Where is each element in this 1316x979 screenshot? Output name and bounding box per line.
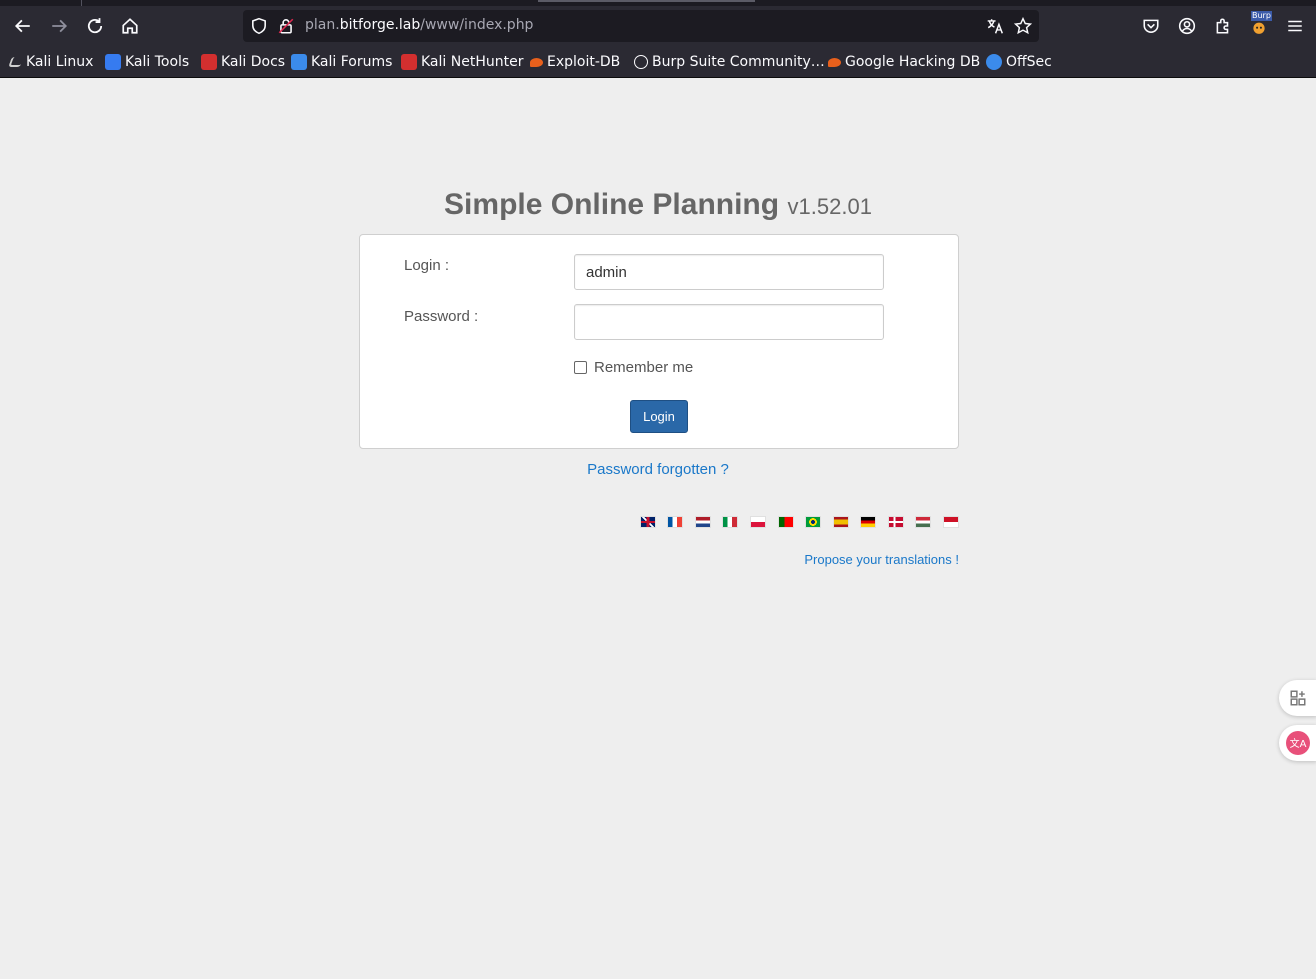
login-panel: Login : Password : Remember me Login: [359, 234, 959, 449]
bookmark-item[interactable]: Kali Linux: [8, 50, 94, 74]
home-icon: [122, 18, 138, 34]
home-button[interactable]: [116, 12, 144, 40]
bookmark-label: Google Hacking DB: [845, 54, 981, 70]
bookmark-item[interactable]: OffSec: [986, 50, 1052, 74]
bookmark-item[interactable]: Kali NetHunter: [401, 50, 523, 74]
kali-tools-icon: [105, 54, 121, 70]
svg-text:文A: 文A: [1290, 737, 1307, 750]
checkbox-box[interactable]: [574, 360, 587, 374]
offsec-icon: [986, 54, 1002, 70]
bookmark-label: OffSec: [1006, 54, 1052, 70]
forward-arrow-icon: [52, 19, 68, 33]
translate-icon[interactable]: [986, 17, 1004, 35]
bookmarks-toolbar: Kali Linux Kali Tools Kali Docs Kali Forums…: [0, 50, 1316, 74]
password-label: Password :: [404, 308, 479, 325]
side-widget-translate-button[interactable]: 文A: [1279, 725, 1316, 761]
url-text[interactable]: plan.bitforge.lab/www/index.php: [305, 17, 533, 33]
reload-icon: [87, 18, 103, 34]
burp-badge: Burp: [1251, 11, 1272, 21]
apps-grid-icon: [1290, 690, 1306, 706]
kali-dragon-icon: [8, 57, 24, 67]
kali-docs-icon: [201, 54, 217, 70]
url-prefix: plan.: [305, 17, 340, 33]
login-label: Login :: [404, 257, 450, 274]
bookmark-item[interactable]: Google Hacking DB: [828, 50, 980, 74]
pocket-icon: [1143, 19, 1159, 33]
tab-separator: [81, 0, 82, 6]
password-input[interactable]: [574, 304, 884, 340]
flag-nl-icon[interactable]: [695, 516, 711, 528]
url-path: /www/index.php: [420, 17, 534, 33]
bookmark-item[interactable]: Exploit-DB: [530, 50, 620, 74]
bookmark-label: Kali NetHunter: [421, 54, 524, 70]
insecure-lock-icon[interactable]: [277, 17, 295, 35]
remember-me-checkbox[interactable]: Remember me: [574, 357, 693, 377]
pocket-button[interactable]: [1139, 14, 1163, 38]
shield-icon[interactable]: [250, 17, 268, 35]
password-forgotten-link[interactable]: Password forgotten ?: [0, 461, 1316, 478]
propose-translations-link[interactable]: Propose your translations !: [804, 552, 959, 567]
kali-forums-icon: [291, 54, 307, 70]
flag-da-icon[interactable]: [888, 516, 904, 528]
bookmark-item[interactable]: Burp Suite Community…: [634, 50, 825, 74]
flag-de-icon[interactable]: [860, 516, 876, 528]
chrome-page-divider: [0, 77, 1316, 78]
bookmark-item[interactable]: Kali Forums: [291, 50, 392, 74]
flag-es-icon[interactable]: [833, 516, 849, 528]
bookmark-item[interactable]: Kali Docs: [201, 50, 285, 74]
flag-pl-icon[interactable]: [750, 516, 766, 528]
flag-id-icon[interactable]: [943, 516, 959, 528]
app-menu-button[interactable]: [1283, 14, 1307, 38]
translate-bubble-icon: 文A: [1286, 731, 1310, 755]
flag-pt-icon[interactable]: [778, 516, 794, 528]
puzzle-icon: [1216, 18, 1229, 34]
back-arrow-icon: [14, 19, 30, 33]
side-widget-apps-button[interactable]: [1279, 680, 1316, 716]
burp-extension-button[interactable]: Burp: [1247, 11, 1272, 38]
url-bar[interactable]: plan.bitforge.lab/www/index.php: [243, 10, 1039, 42]
bookmark-star-icon[interactable]: [1014, 17, 1032, 35]
hamburger-menu-icon: [1288, 20, 1302, 32]
bookmark-item[interactable]: Kali Tools: [105, 50, 189, 74]
bookmark-label: Kali Forums: [311, 54, 393, 70]
ghdb-icon: [828, 57, 841, 67]
flag-hu-icon[interactable]: [915, 516, 931, 528]
password-forgotten-text[interactable]: Password forgotten ?: [587, 461, 729, 478]
extensions-button[interactable]: [1211, 14, 1235, 38]
flag-fr-icon[interactable]: [667, 516, 683, 528]
bookmark-label: Kali Linux: [26, 54, 94, 70]
back-button[interactable]: [9, 12, 37, 40]
url-host: bitforge.lab: [339, 17, 421, 33]
tab-strip[interactable]: [0, 0, 1316, 6]
bookmark-label: Kali Tools: [125, 54, 190, 70]
account-button[interactable]: [1175, 14, 1199, 38]
bookmark-label: Burp Suite Community…: [652, 54, 825, 70]
forward-button[interactable]: [45, 12, 73, 40]
bookmark-label: Kali Docs: [221, 54, 286, 70]
language-flags: [0, 516, 1316, 530]
active-tab-indicator: [538, 0, 755, 2]
flag-br-icon[interactable]: [805, 516, 821, 528]
nethunter-icon: [401, 54, 417, 70]
page-title: Simple Online Planning v1.52.01: [0, 188, 1316, 222]
login-button[interactable]: Login: [630, 400, 688, 433]
login-input[interactable]: [574, 254, 884, 290]
browser-chrome: plan.bitforge.lab/www/index.php Burp Kal…: [0, 0, 1316, 78]
remember-me-label: Remember me: [594, 358, 694, 376]
app-name: Simple Online Planning: [444, 188, 780, 221]
app-version: v1.52.01: [787, 194, 872, 219]
bookmark-label: Exploit-DB: [547, 54, 621, 70]
flag-it-icon[interactable]: [722, 516, 738, 528]
globe-icon: [634, 55, 648, 69]
exploit-db-icon: [530, 57, 543, 67]
flag-en-icon[interactable]: [640, 516, 656, 528]
account-icon: [1178, 17, 1196, 35]
reload-button[interactable]: [81, 12, 109, 40]
